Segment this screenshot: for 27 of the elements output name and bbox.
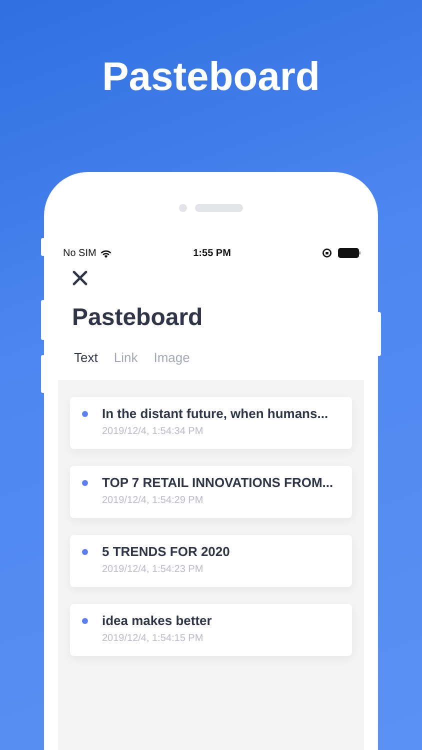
tab[interactable]: Text	[74, 349, 98, 367]
clip-text: TOP 7 RETAIL INNOVATIONS FROM...	[102, 475, 334, 491]
page-title: Pasteboard	[72, 303, 204, 333]
clip-time: 2019/12/4, 1:54:23 PM	[102, 563, 204, 576]
headline: Pasteboard	[102, 54, 320, 101]
speaker-icon	[195, 204, 243, 212]
bullet-icon	[82, 618, 88, 624]
clip-card[interactable]: TOP 7 RETAIL INNOVATIONS FROM... 2019/12/4, 1:54:29 PM	[70, 466, 352, 518]
carrier-label: No SIM	[63, 248, 96, 258]
clip-text: idea makes better	[102, 613, 212, 629]
bullet-icon	[82, 411, 88, 417]
clip-time: 2019/12/4, 1:54:15 PM	[102, 632, 204, 645]
clip-text: 5 TRENDS FOR 2020	[102, 544, 230, 560]
rotation-lock-icon	[322, 248, 332, 258]
clip-card[interactable]: 5 TRENDS FOR 2020 2019/12/4, 1:54:23 PM	[70, 535, 352, 587]
status-time: 1:55 PM	[193, 248, 231, 258]
bullet-icon	[82, 480, 88, 486]
clip-time: 2019/12/4, 1:54:29 PM	[102, 494, 204, 507]
clip-card[interactable]: idea makes better 2019/12/4, 1:54:15 PM	[70, 604, 352, 656]
close-icon[interactable]	[72, 270, 88, 286]
clip-time: 2019/12/4, 1:54:34 PM	[102, 425, 204, 438]
wifi-icon	[100, 248, 112, 258]
clip-text: In the distant future, when humans...	[102, 406, 328, 422]
battery-icon	[338, 248, 362, 258]
clip-card[interactable]: In the distant future, when humans... 2019/12/4, 1:54:34 PM	[70, 397, 352, 449]
bullet-icon	[82, 549, 88, 555]
camera-icon	[179, 204, 187, 212]
